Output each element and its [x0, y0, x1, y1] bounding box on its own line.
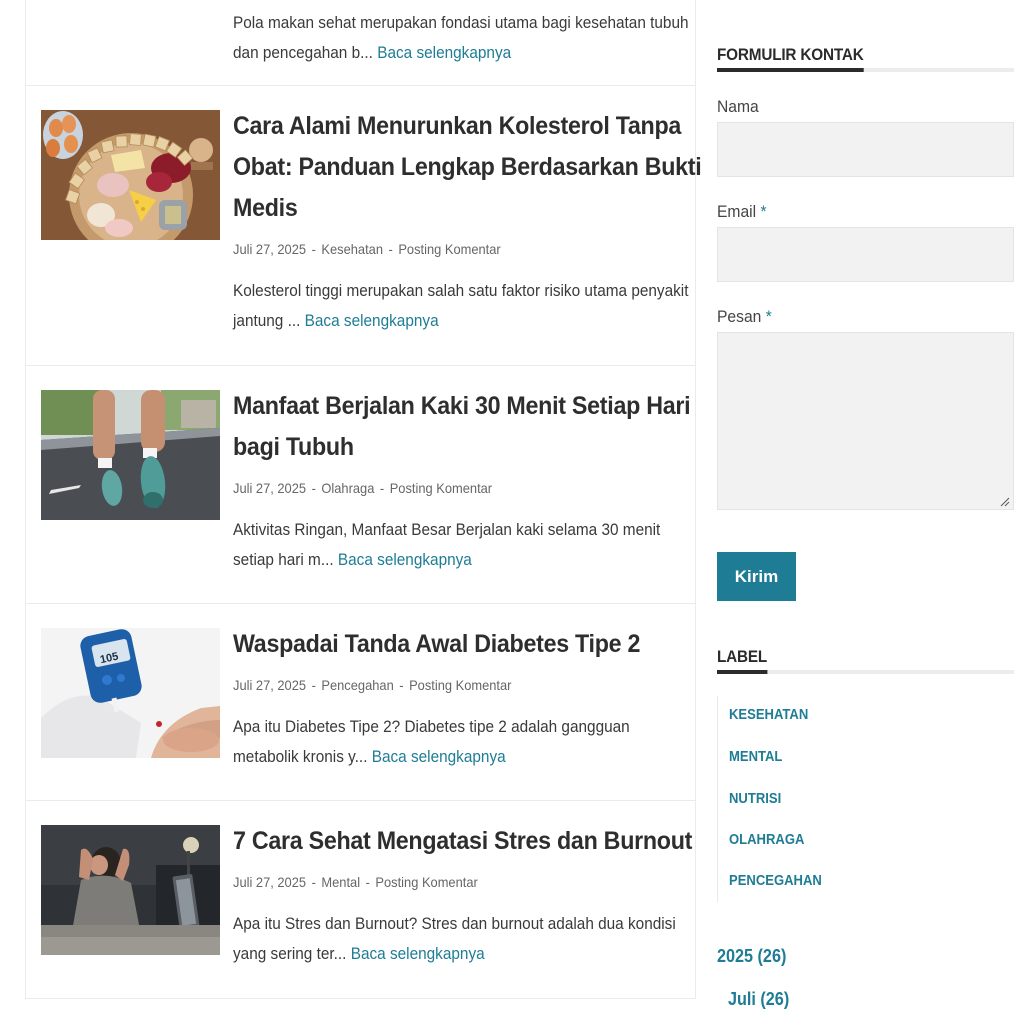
post-list: Pola makan sehat merupakan fondasi utama… [25, 0, 702, 999]
archive-year-link[interactable]: 2025 (26) [717, 946, 786, 967]
stressed-person-image [41, 825, 220, 955]
post-comment-link[interactable]: Posting Komentar [390, 480, 492, 496]
post-title[interactable]: Manfaat Berjalan Kaki 30 Menit Setiap Ha… [233, 386, 691, 468]
post-category-link[interactable]: Mental [321, 874, 360, 890]
email-field[interactable] [717, 227, 1014, 282]
message-textarea[interactable] [717, 332, 1014, 510]
cholesterol-food-image [41, 110, 220, 240]
name-field[interactable] [717, 122, 1014, 177]
read-more-link[interactable]: Baca selengkapnya [338, 551, 472, 569]
post-card: Cara Alami Menurunkan Kolesterol Tanpa O… [25, 86, 702, 366]
post-comment-link[interactable]: Posting Komentar [409, 677, 511, 693]
post-card: Manfaat Berjalan Kaki 30 Menit Setiap Ha… [25, 366, 696, 604]
post-date: Juli 27, 2025 [233, 677, 307, 693]
post-meta: Juli 27, 2025- Kesehatan - Posting Komentar [233, 241, 501, 257]
message-label: Pesan * [717, 307, 772, 326]
read-more-link[interactable]: Baca selengkapnya [377, 44, 511, 62]
post-thumbnail[interactable]: 105 [41, 628, 220, 758]
post-title[interactable]: Waspadai Tanda Awal Diabetes Tipe 2 [233, 624, 650, 665]
label-item-mental[interactable]: Mental [729, 749, 782, 765]
labels-title: LABEL [717, 646, 1014, 674]
post-date: Juli 27, 2025 [233, 874, 307, 890]
glucometer-image: 105 [41, 628, 220, 758]
read-more-link[interactable]: Baca selengkapnya [351, 945, 485, 963]
post-card: Pola makan sehat merupakan fondasi utama… [25, 0, 696, 86]
archive-month-link[interactable]: Juli (26) [728, 989, 789, 1010]
post-excerpt: Apa itu Stres dan Burnout? Stres dan bur… [233, 915, 676, 963]
read-more-link[interactable]: Baca selengkapnya [372, 748, 506, 766]
label-item-kesehatan[interactable]: Kesehatan [729, 707, 808, 723]
post-category-link[interactable]: Olahraga [321, 480, 374, 496]
read-more-link[interactable]: Baca selengkapnya [305, 312, 439, 330]
post-thumbnail[interactable] [41, 110, 220, 240]
post-excerpt: Aktivitas Ringan, Manfaat Besar Berjalan… [233, 521, 661, 569]
post-meta: Juli 27, 2025- Olahraga - Posting Komentar [233, 480, 493, 496]
label-item-nutrisi[interactable]: Nutrisi [729, 791, 781, 807]
post-excerpt: Apa itu Diabetes Tipe 2? Diabetes tipe 2… [233, 718, 630, 766]
post-title[interactable]: 7 Cara Sehat Mengatasi Stres dan Burnout [233, 821, 692, 862]
post-category-link[interactable]: Pencegahan [321, 677, 393, 693]
contact-form-title: FORMULIR KONTAK [717, 44, 1014, 72]
email-label: Email * [717, 202, 767, 221]
post-card: 7 Cara Sehat Mengatasi Stres dan Burnout… [25, 801, 696, 999]
post-thumbnail[interactable] [41, 825, 220, 955]
post-meta: Juli 27, 2025- Mental - Posting Komentar [233, 874, 478, 890]
walking-legs-image [41, 390, 220, 520]
post-comment-link[interactable]: Posting Komentar [398, 241, 500, 257]
resize-grip-icon[interactable] [1000, 497, 1010, 507]
post-category-link[interactable]: Kesehatan [321, 241, 383, 257]
post-title[interactable]: Cara Alami Menurunkan Kolesterol Tanpa O… [233, 106, 702, 229]
name-label: Nama [717, 97, 759, 116]
post-comment-link[interactable]: Posting Komentar [375, 874, 477, 890]
post-thumbnail[interactable] [41, 0, 220, 1]
post-date: Juli 27, 2025 [233, 241, 307, 257]
label-item-olahraga[interactable]: Olahraga [729, 832, 804, 848]
post-date: Juli 27, 2025 [233, 480, 307, 496]
post-thumbnail[interactable] [41, 390, 220, 520]
label-item-pencegahan[interactable]: Pencegahan [729, 873, 822, 889]
post-meta: Juli 27, 2025- Pencegahan - Posting Komenta… [233, 677, 512, 693]
post-card: 105 Waspadai Tanda Awal Diabetes Tipe 2 … [25, 604, 696, 801]
label-list: Kesehatan Mental Nutrisi Olahraga Penceg… [717, 696, 1014, 902]
post-excerpt: Kolesterol tinggi merupakan salah satu f… [233, 282, 689, 330]
post-excerpt: Pola makan sehat merupakan fondasi utama… [233, 14, 689, 62]
submit-button[interactable]: Kirim [717, 552, 796, 601]
